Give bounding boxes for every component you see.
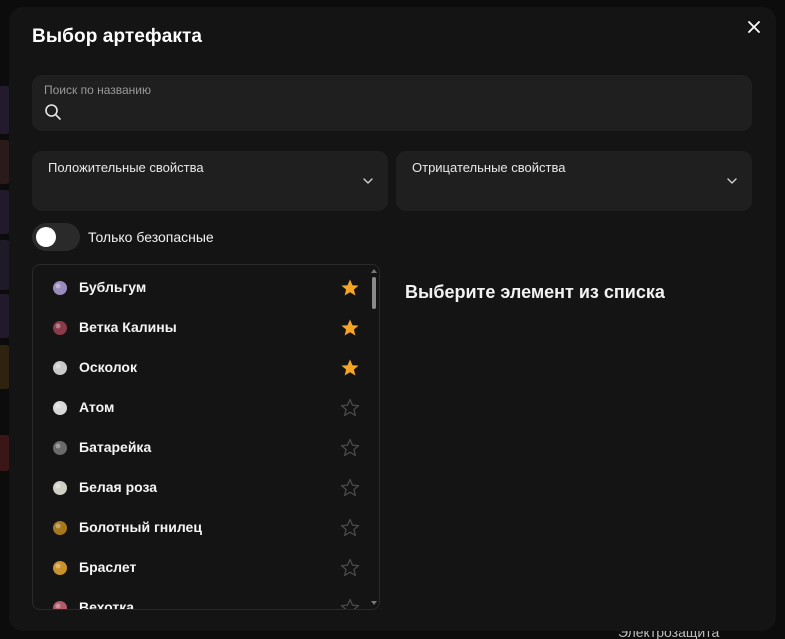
negative-properties-select[interactable]: Отрицательные свойства xyxy=(396,151,752,211)
search-label: Поиск по названию xyxy=(44,83,152,97)
white-rose-icon xyxy=(53,481,67,495)
artifact-list[interactable]: Вехотка Браслет Болотный гнилец Белая роза Б… xyxy=(32,264,380,610)
star-filled-icon[interactable] xyxy=(340,318,360,338)
star-outline-icon[interactable] xyxy=(340,478,360,498)
artifact-name: Бубльгум xyxy=(79,279,147,295)
positive-properties-label: Положительные свойства xyxy=(48,160,204,175)
modal-title: Выбор артефакта xyxy=(32,26,203,47)
list-item[interactable]: Батарейка xyxy=(33,428,373,468)
list-item[interactable]: Бубльгум xyxy=(33,268,373,308)
vekhotka-icon xyxy=(53,601,67,609)
safe-only-label: Только безопасные xyxy=(88,229,214,245)
list-item[interactable]: Болотный гнилец xyxy=(33,508,373,548)
star-outline-icon[interactable] xyxy=(340,438,360,458)
atom-icon xyxy=(53,401,67,415)
chevron-down-icon xyxy=(363,178,373,184)
list-item[interactable]: Атом xyxy=(33,388,373,428)
close-icon xyxy=(748,21,760,33)
list-item[interactable]: Белая роза xyxy=(33,468,373,508)
list-item[interactable]: Осколок xyxy=(33,348,373,388)
star-filled-icon[interactable] xyxy=(340,278,360,298)
star-outline-icon[interactable] xyxy=(340,598,360,610)
swamp-rot-icon xyxy=(53,521,67,535)
search-field[interactable]: Поиск по названию xyxy=(32,75,752,131)
artifact-name: Браслет xyxy=(79,559,137,575)
search-input[interactable] xyxy=(68,101,738,123)
artifact-picker-modal: Выбор артефакта Поиск по названию Положи… xyxy=(9,7,776,631)
details-placeholder: Выберите элемент из списка xyxy=(405,282,665,302)
artifact-name: Вехотка xyxy=(79,599,135,610)
list-item[interactable]: Ветка Калины xyxy=(33,308,373,348)
artifact-name: Осколок xyxy=(79,359,137,375)
scrollbar[interactable] xyxy=(371,269,377,605)
star-outline-icon[interactable] xyxy=(340,558,360,578)
scroll-down-arrow-icon[interactable] xyxy=(371,601,377,605)
artifact-name: Белая роза xyxy=(79,479,158,495)
bracelet-icon xyxy=(53,561,67,575)
list-item[interactable]: Браслет xyxy=(33,548,373,588)
search-icon xyxy=(45,104,61,120)
close-button[interactable] xyxy=(744,17,764,37)
star-outline-icon[interactable] xyxy=(340,398,360,418)
scrollbar-thumb[interactable] xyxy=(372,277,376,309)
list-item[interactable]: Вехотка xyxy=(33,588,373,610)
viburnum-branch-icon xyxy=(53,321,67,335)
artifact-name: Батарейка xyxy=(79,439,152,455)
toggle-knob xyxy=(36,227,56,247)
safe-only-toggle[interactable] xyxy=(32,223,80,251)
star-outline-icon[interactable] xyxy=(340,518,360,538)
chevron-down-icon xyxy=(727,178,737,184)
shard-icon xyxy=(53,361,67,375)
star-filled-icon[interactable] xyxy=(340,358,360,378)
bubblegum-icon xyxy=(53,281,67,295)
scroll-up-arrow-icon[interactable] xyxy=(371,269,377,273)
artifact-name: Болотный гнилец xyxy=(79,519,202,535)
positive-properties-select[interactable]: Положительные свойства xyxy=(32,151,388,211)
negative-properties-label: Отрицательные свойства xyxy=(412,160,566,175)
artifact-name: Атом xyxy=(79,399,115,415)
battery-icon xyxy=(53,441,67,455)
artifact-name: Ветка Калины xyxy=(79,319,177,335)
